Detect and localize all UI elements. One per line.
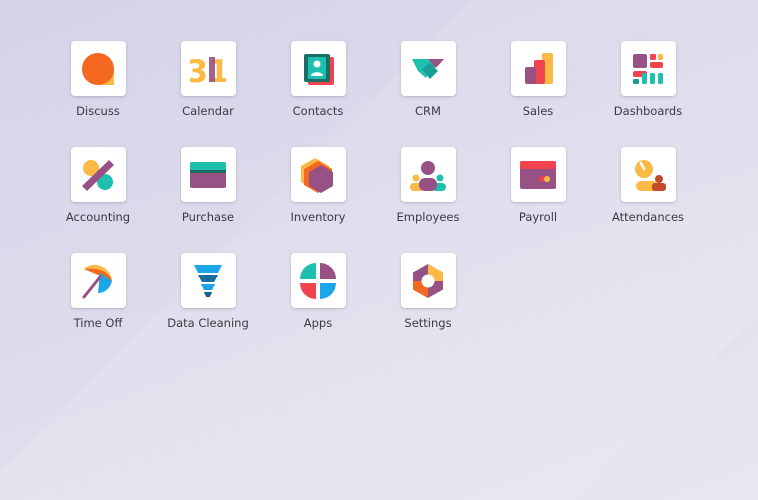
inventory-icon [301,157,333,193]
app-settings[interactable]: Settings [373,253,483,359]
app-label: Accounting [65,210,131,224]
app-label: Attendances [611,210,685,224]
settings-icon [413,263,443,298]
app-attendances[interactable]: Attendances [593,147,703,253]
app-apps[interactable]: Apps [263,253,373,359]
svg-text:31: 31 [190,54,226,87]
attendances-icon [635,159,666,191]
app-label: CRM [415,104,441,118]
app-label: Data Cleaning [167,316,249,330]
app-label: Contacts [292,104,344,118]
data-cleaning-icon [194,264,222,297]
discuss-icon [82,52,114,85]
app-tile[interactable] [510,41,566,96]
app-tile[interactable] [70,41,126,96]
app-label: Time Off [73,316,123,330]
app-dashboards[interactable]: Dashboards [593,41,703,147]
app-grid: Discuss 31 Calendar Contacts CRM Sales D… [43,41,705,359]
app-data-cleaning[interactable]: Data Cleaning [153,253,263,359]
app-label: Dashboards [613,104,683,118]
app-label: Inventory [290,210,346,224]
app-tile[interactable] [70,147,126,202]
app-crm[interactable]: CRM [373,41,483,147]
app-employees[interactable]: Employees [373,147,483,253]
app-time-off[interactable]: Time Off [43,253,153,359]
time-off-icon [82,264,112,298]
app-sales[interactable]: Sales [483,41,593,147]
app-inventory[interactable]: Inventory [263,147,373,253]
app-tile[interactable] [400,41,456,96]
app-tile[interactable] [620,147,676,202]
app-label: Sales [522,104,554,118]
sales-icon [525,52,553,84]
app-label: Employees [396,210,460,224]
app-tile[interactable] [180,253,236,308]
accounting-icon [82,159,114,191]
app-calendar[interactable]: 31 Calendar [153,41,263,147]
app-label: Payroll [518,210,558,224]
crm-icon [412,58,444,79]
app-accounting[interactable]: Accounting [43,147,153,253]
app-tile[interactable] [400,147,456,202]
app-purchase[interactable]: Purchase [153,147,263,253]
dashboards-icon [633,53,663,84]
app-discuss[interactable]: Discuss [43,41,153,147]
employees-icon [410,160,446,191]
app-label: Settings [404,316,452,330]
app-label: Purchase [181,210,235,224]
contacts-icon [304,53,334,85]
app-tile[interactable] [400,253,456,308]
app-tile[interactable] [180,147,236,202]
apps-icon [300,262,336,299]
app-tile[interactable] [290,253,346,308]
purchase-icon [190,161,226,188]
payroll-icon [520,160,556,189]
app-payroll[interactable]: Payroll [483,147,593,253]
app-tile[interactable] [290,147,346,202]
app-tile[interactable] [510,147,566,202]
app-tile[interactable] [620,41,676,96]
app-contacts[interactable]: Contacts [263,41,373,147]
app-tile[interactable]: 31 [180,41,236,96]
app-tile[interactable] [290,41,346,96]
app-label: Apps [303,316,333,330]
calendar-icon: 31 [190,54,226,87]
app-label: Calendar [182,104,234,118]
app-tile[interactable] [70,253,126,308]
app-label: Discuss [76,104,120,118]
